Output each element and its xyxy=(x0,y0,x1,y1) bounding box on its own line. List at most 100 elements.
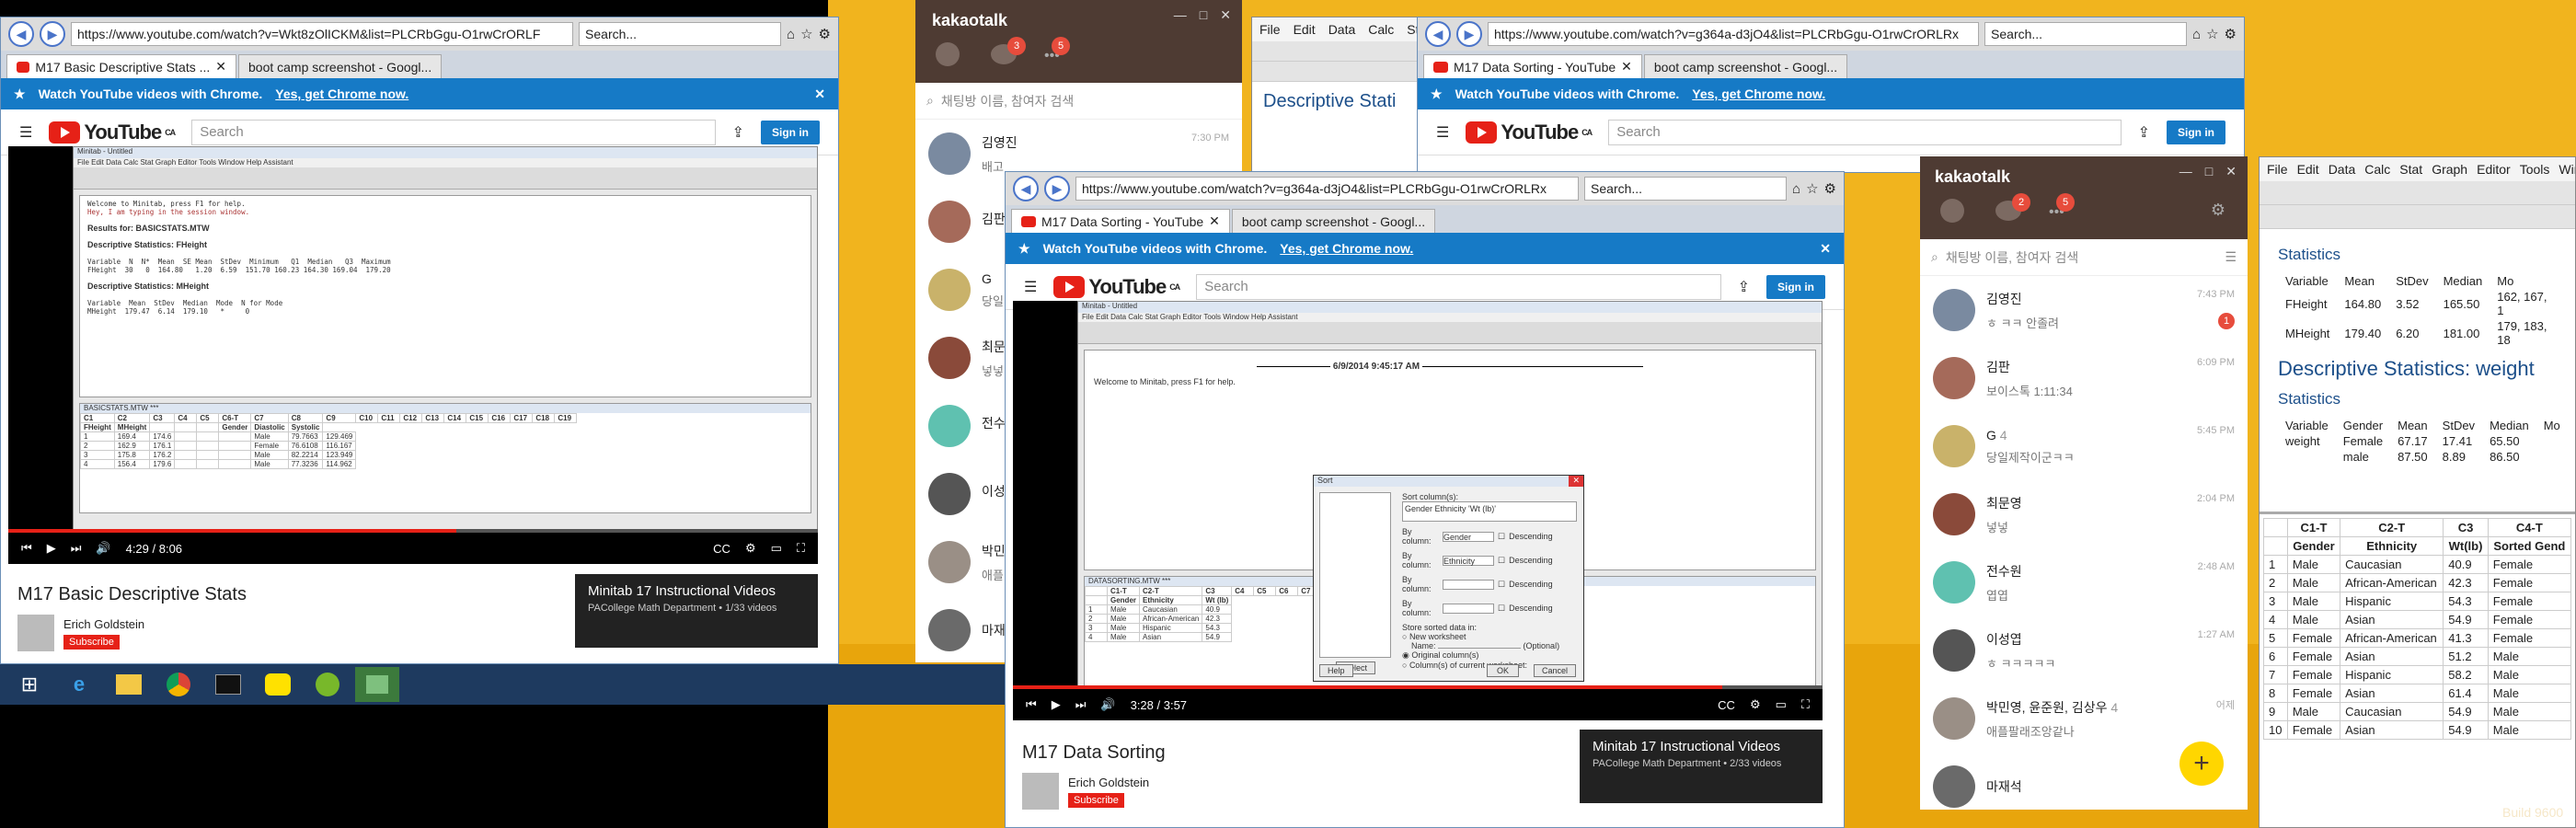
gear-icon[interactable]: ⚙ xyxy=(2225,26,2237,42)
get-chrome-link[interactable]: Yes, get Chrome now. xyxy=(1280,241,1413,256)
descending-checkbox[interactable]: ☐ xyxy=(1498,580,1505,590)
table-cell[interactable]: 2 xyxy=(2263,573,2288,592)
next-icon[interactable]: ⏭ xyxy=(1075,697,1087,712)
table-cell[interactable]: 40.9 xyxy=(1202,604,1233,615)
table-cell[interactable] xyxy=(218,450,252,460)
table-cell[interactable]: Female xyxy=(2487,628,2572,648)
table-cell[interactable]: 54.9 xyxy=(1202,632,1233,642)
descending-checkbox[interactable]: ☐ xyxy=(1498,532,1505,542)
subscribe-button[interactable]: Subscribe xyxy=(1068,792,1124,808)
table-cell[interactable]: C4 xyxy=(1231,586,1255,596)
next-icon[interactable]: ⏭ xyxy=(71,541,82,556)
table-cell[interactable]: Male xyxy=(2286,592,2341,611)
table-cell[interactable]: Female xyxy=(2487,555,2572,574)
start-icon[interactable]: ⊞ xyxy=(7,667,52,702)
table-cell[interactable]: Wt(lb) xyxy=(2443,536,2489,556)
table-cell[interactable]: Female xyxy=(2286,665,2341,684)
settings-icon[interactable]: ⚙ xyxy=(745,541,756,556)
table-cell[interactable]: 42.3 xyxy=(2443,573,2489,592)
table-cell[interactable]: 77.3236 xyxy=(287,459,324,469)
tab[interactable]: M17 Basic Descriptive Stats ... ✕ xyxy=(6,54,236,78)
table-cell[interactable] xyxy=(174,431,198,442)
table-cell[interactable] xyxy=(174,441,198,451)
close-icon[interactable]: ✕ xyxy=(215,59,226,75)
close-icon[interactable]: ✕ xyxy=(814,86,825,102)
table-cell[interactable]: Female xyxy=(2487,592,2572,611)
table-cell[interactable]: C6 xyxy=(1275,586,1299,596)
cmd-icon[interactable] xyxy=(206,667,250,702)
star-icon[interactable]: ☆ xyxy=(2206,26,2218,42)
table-cell[interactable]: C1-T xyxy=(2286,518,2341,537)
chat-item[interactable]: 김판 보이스톡 1:11:34 6:09 PM xyxy=(1920,344,2248,412)
table-cell[interactable]: Female xyxy=(2487,573,2572,592)
table-cell[interactable]: C5 xyxy=(196,413,220,423)
subscribe-button[interactable]: Subscribe xyxy=(63,634,120,650)
table-cell[interactable] xyxy=(218,459,252,469)
menu-item[interactable]: Data xyxy=(2329,162,2356,177)
chrome-icon[interactable] xyxy=(156,667,201,702)
table-cell[interactable]: 7 xyxy=(2263,665,2288,684)
chat-search[interactable]: ⌕ 채팅방 이름, 참여자 검색 ☰ xyxy=(1920,239,2248,276)
table-cell[interactable]: 1 xyxy=(1085,604,1108,615)
table-cell[interactable]: Wt (lb) xyxy=(1202,595,1233,605)
youtube-search-input[interactable]: Search xyxy=(1608,119,2122,145)
tab[interactable]: boot camp screenshot - Googl... xyxy=(238,54,443,78)
menu-item[interactable]: Edit xyxy=(2297,162,2319,177)
table-cell[interactable]: Asian xyxy=(1139,632,1203,642)
video-player[interactable]: Minitab - Untitled File Edit Data Calc S… xyxy=(1013,301,1823,720)
table-cell[interactable]: Hispanic xyxy=(1139,623,1203,633)
table-cell[interactable]: 129.469 xyxy=(322,431,357,442)
table-cell[interactable]: C18 xyxy=(532,413,556,423)
by-column-field[interactable]: Gender xyxy=(1443,531,1494,542)
table-cell[interactable]: C1-T xyxy=(1106,586,1141,596)
close-icon[interactable]: ✕ xyxy=(1569,476,1583,487)
youtube-logo[interactable]: YouTube CA xyxy=(49,121,176,144)
table-cell[interactable]: Ethnicity xyxy=(1139,595,1203,605)
upload-icon[interactable]: ⇪ xyxy=(732,123,744,142)
table-cell[interactable]: 54.3 xyxy=(2443,592,2489,611)
url-field[interactable]: https://www.youtube.com/watch?v=Wkt8zOlI… xyxy=(71,22,574,46)
table-cell[interactable]: 5 xyxy=(2263,628,2288,648)
table-cell[interactable]: Male xyxy=(2286,702,2341,721)
table-cell[interactable]: C2 xyxy=(113,413,151,423)
by-column-field[interactable]: Ethnicity xyxy=(1443,555,1494,566)
table-cell[interactable]: 176.1 xyxy=(149,441,176,451)
table-cell[interactable]: 3 xyxy=(2263,592,2288,611)
sign-in-button[interactable]: Sign in xyxy=(761,120,820,144)
video-player[interactable]: Minitab - Untitled File Edit Data Calc S… xyxy=(8,146,818,564)
table-cell[interactable]: C13 xyxy=(421,413,445,423)
table-cell[interactable]: 4 xyxy=(2263,610,2288,629)
table-cell[interactable]: 9 xyxy=(2263,702,2288,721)
url-field[interactable]: https://www.youtube.com/watch?v=g364a-d3… xyxy=(1075,177,1580,201)
home-icon[interactable]: ⌂ xyxy=(2192,27,2201,42)
table-cell[interactable]: Diastolic xyxy=(250,422,289,432)
table-cell[interactable]: 42.3 xyxy=(1202,614,1233,624)
table-cell[interactable]: C3 xyxy=(1202,586,1233,596)
table-cell[interactable]: Female xyxy=(2286,628,2341,648)
table-cell[interactable]: 156.4 xyxy=(113,459,151,469)
forward-button[interactable]: ▶ xyxy=(1044,176,1070,201)
star-icon[interactable]: ☆ xyxy=(1806,180,1818,197)
table-cell[interactable]: 1 xyxy=(80,431,115,442)
chat-item[interactable]: 이성엽 ㅎ ㅋㅋㅋㅋㅋ 1:27 AM xyxy=(1920,616,2248,684)
captions-icon[interactable]: CC xyxy=(1718,698,1735,712)
table-cell[interactable]: 41.3 xyxy=(2443,628,2489,648)
table-cell[interactable]: Asian xyxy=(2340,647,2444,666)
friends-icon[interactable] xyxy=(1940,199,1964,223)
tab[interactable]: boot camp screenshot - Googl... xyxy=(1643,54,1848,78)
table-cell[interactable]: Sorted Gend xyxy=(2487,536,2572,556)
table-cell[interactable]: 10 xyxy=(2263,720,2288,740)
fullscreen-icon[interactable]: ⛶ xyxy=(797,541,805,556)
table-cell[interactable]: 175.8 xyxy=(113,450,151,460)
table-cell[interactable] xyxy=(218,441,252,451)
table-cell[interactable]: C15 xyxy=(466,413,489,423)
table-cell[interactable]: 179.6 xyxy=(149,459,176,469)
table-cell[interactable]: 54.9 xyxy=(2443,610,2489,629)
menu-icon[interactable]: ☰ xyxy=(1436,123,1449,142)
window-controls[interactable]: — □ ✕ xyxy=(2179,164,2237,179)
table-cell[interactable]: Female xyxy=(250,441,289,451)
descending-checkbox[interactable]: ☐ xyxy=(1498,604,1505,614)
table-cell[interactable] xyxy=(2263,518,2288,537)
table-cell[interactable] xyxy=(174,422,198,432)
by-column-field[interactable] xyxy=(1443,579,1494,590)
